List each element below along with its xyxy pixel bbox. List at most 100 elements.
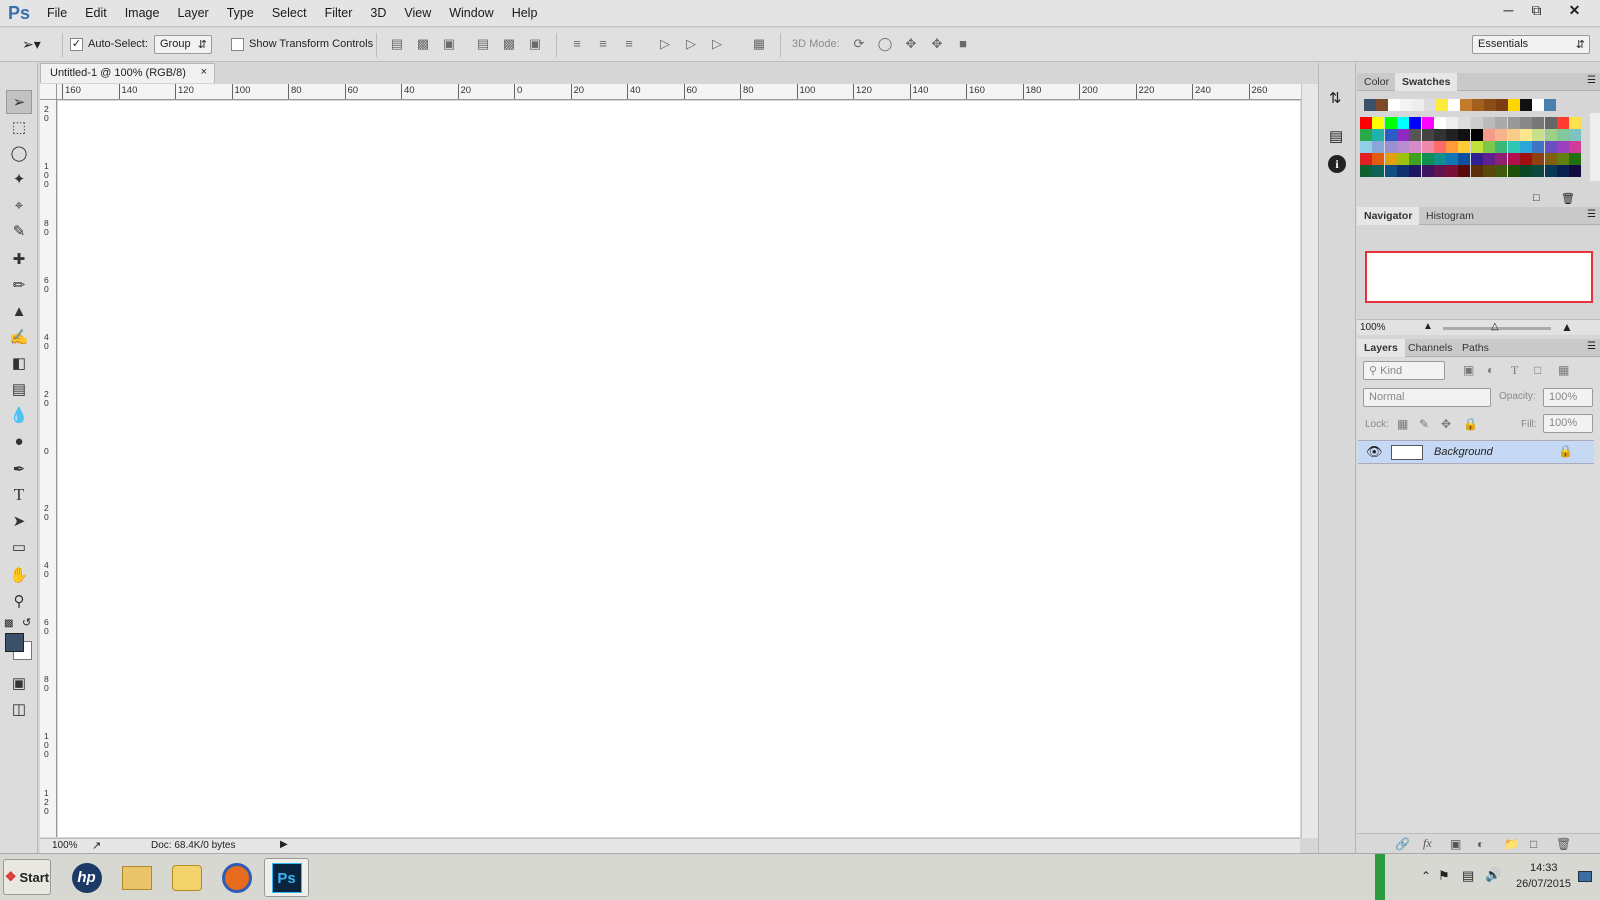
type-tool-icon[interactable]: T <box>6 483 32 507</box>
swatch[interactable] <box>1495 141 1508 153</box>
3d-scale-icon[interactable]: ■ <box>954 36 972 51</box>
swatch[interactable] <box>1409 153 1422 165</box>
zoom-tool-icon[interactable]: ⚲ <box>6 589 32 613</box>
quick-selection-tool-icon[interactable]: ✦ <box>6 167 32 191</box>
swatch[interactable] <box>1483 129 1495 141</box>
swatch[interactable] <box>1483 165 1495 177</box>
marquee-tool-icon[interactable]: ⬚ <box>6 115 32 139</box>
swatch[interactable] <box>1507 153 1520 165</box>
swatch[interactable] <box>1495 117 1508 129</box>
menu-type[interactable]: Type <box>218 0 263 27</box>
distribute-top-icon[interactable]: ≡ <box>568 36 586 51</box>
delete-layer-icon[interactable]: 🗑 <box>1556 837 1571 851</box>
menu-image[interactable]: Image <box>116 0 169 27</box>
hand-tool-icon[interactable]: ✋ <box>6 563 32 587</box>
swatch[interactable] <box>1520 99 1532 111</box>
swatch[interactable] <box>1532 153 1545 165</box>
swatch[interactable] <box>1424 99 1436 111</box>
swatch[interactable] <box>1384 141 1397 153</box>
status-menu-arrow-icon[interactable]: ▶ <box>280 839 288 850</box>
move-tool-preset-icon[interactable]: ➢▾ <box>22 36 41 53</box>
3d-slide-icon[interactable]: ✥ <box>928 36 946 52</box>
swatch[interactable] <box>1360 153 1372 165</box>
swatch[interactable] <box>1360 117 1372 129</box>
swatch[interactable] <box>1446 141 1459 153</box>
share-icon[interactable]: ↗ <box>92 839 101 852</box>
swatch[interactable] <box>1507 117 1520 129</box>
swatch[interactable] <box>1532 141 1545 153</box>
swatch[interactable] <box>1496 99 1508 111</box>
zoom-out-icon[interactable]: ▲ <box>1423 321 1433 332</box>
document-canvas[interactable] <box>58 101 1300 837</box>
dodge-tool-icon[interactable]: ● <box>6 429 32 453</box>
swatch[interactable] <box>1569 153 1582 165</box>
new-layer-icon[interactable]: □ <box>1530 837 1537 851</box>
swatch[interactable] <box>1458 117 1471 129</box>
horizontal-ruler[interactable]: 160 140 120 100 80 60 40 20 0 20 40 60 80 100 120 140 16… <box>57 84 1301 100</box>
swatch[interactable] <box>1409 141 1422 153</box>
screen-mode-icon[interactable]: ◫ <box>6 697 32 721</box>
swatch[interactable] <box>1544 117 1557 129</box>
swatch[interactable] <box>1507 165 1520 177</box>
zoom-slider-thumb[interactable]: △ <box>1491 321 1499 332</box>
tab-channels[interactable]: Channels <box>1401 339 1459 357</box>
swatch[interactable] <box>1433 141 1446 153</box>
swatch[interactable] <box>1409 117 1422 129</box>
swatch[interactable] <box>1484 99 1496 111</box>
menu-3d[interactable]: 3D <box>361 0 395 27</box>
history-panel-icon[interactable]: ⇅ <box>1329 89 1342 107</box>
lock-image-icon[interactable]: ✎ <box>1419 417 1429 431</box>
zoom-in-icon[interactable]: ▲ <box>1561 320 1573 334</box>
swatches-scrollbar[interactable] <box>1590 113 1600 181</box>
swatch[interactable] <box>1388 99 1400 111</box>
swatch[interactable] <box>1446 165 1459 177</box>
swatch[interactable] <box>1569 141 1582 153</box>
layer-filter-select[interactable]: ⚲ Kind <box>1363 361 1445 380</box>
swatch[interactable] <box>1495 165 1508 177</box>
filter-adjustment-icon[interactable]: ◐ <box>1487 363 1494 377</box>
crop-tool-icon[interactable]: ⌖ <box>6 193 32 217</box>
menu-window[interactable]: Window <box>440 0 502 27</box>
swatch[interactable] <box>1412 99 1424 111</box>
swatch[interactable] <box>1519 117 1532 129</box>
swatch[interactable] <box>1470 141 1483 153</box>
align-top-icon[interactable]: ▤ <box>388 36 406 52</box>
swatch[interactable] <box>1458 129 1471 141</box>
swatch[interactable] <box>1360 165 1372 177</box>
align-vcenter-icon[interactable]: ▩ <box>414 36 432 52</box>
distribute-left-icon[interactable]: ▷ <box>656 36 674 52</box>
history-brush-tool-icon[interactable]: ✍ <box>6 325 32 349</box>
filter-shape-icon[interactable]: □ <box>1534 363 1541 377</box>
info-panel-icon[interactable]: i <box>1328 155 1346 173</box>
swatch[interactable] <box>1483 117 1495 129</box>
swatch[interactable] <box>1544 153 1557 165</box>
filter-pixel-icon[interactable]: ▣ <box>1463 363 1474 377</box>
swap-colors-icon[interactable]: ↺ <box>22 616 31 629</box>
zoom-level[interactable]: 100% <box>52 840 78 851</box>
distribute-right-icon[interactable]: ▷ <box>708 36 726 52</box>
firefox-icon[interactable] <box>214 858 259 897</box>
swatch[interactable] <box>1569 129 1582 141</box>
hp-icon[interactable]: hp <box>64 858 109 897</box>
filter-smart-object-icon[interactable]: ▦ <box>1558 363 1569 377</box>
swatch[interactable] <box>1556 129 1569 141</box>
auto-select-checkbox[interactable]: ✓ <box>70 38 83 51</box>
start-button[interactable]: ❖ Start <box>3 859 51 895</box>
swatch[interactable] <box>1396 117 1409 129</box>
link-layers-icon[interactable]: 🔗 <box>1395 837 1410 851</box>
distribute-vcenter-icon[interactable]: ≡ <box>594 36 612 51</box>
menu-filter[interactable]: Filter <box>316 0 362 27</box>
swatch[interactable] <box>1495 153 1508 165</box>
file-explorer-icon[interactable] <box>114 858 159 897</box>
close-document-icon[interactable]: × <box>201 66 207 78</box>
blend-mode-select[interactable]: Normal <box>1363 388 1491 407</box>
filter-type-icon[interactable]: T <box>1511 363 1518 378</box>
navigator-zoom-value[interactable]: 100% <box>1360 322 1386 333</box>
brush-tool-icon[interactable]: ✏ <box>6 273 32 297</box>
new-swatch-icon[interactable]: □ <box>1533 192 1540 204</box>
swatch[interactable] <box>1458 141 1471 153</box>
gradient-tool-icon[interactable]: ▤ <box>6 377 32 401</box>
menu-view[interactable]: View <box>395 0 440 27</box>
tab-swatches[interactable]: Swatches <box>1395 73 1458 91</box>
swatch[interactable] <box>1532 117 1545 129</box>
